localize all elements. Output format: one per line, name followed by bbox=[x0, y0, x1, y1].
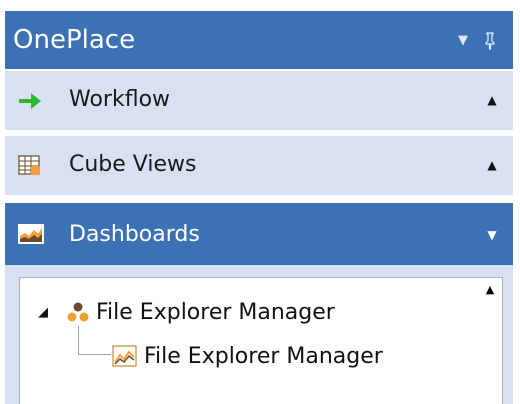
panel-title: OnePlace bbox=[13, 25, 136, 55]
tree-item-row[interactable]: File Explorer Manager bbox=[112, 340, 472, 374]
panel-dropdown-icon[interactable]: ▼ bbox=[453, 27, 473, 55]
dashboards-content: ▲ ◢ File Explorer Manager File Explorer … bbox=[5, 265, 513, 404]
section-cube-views[interactable]: Cube Views ▲ bbox=[5, 134, 513, 195]
maintenance-unit-icon bbox=[66, 300, 90, 324]
section-label-cube-views: Cube Views bbox=[69, 152, 197, 177]
section-dashboards[interactable]: Dashboards ▼ bbox=[5, 201, 513, 265]
green-arrow-icon bbox=[17, 88, 43, 114]
dashboard-chart-icon bbox=[112, 344, 137, 368]
collapse-chevron-icon[interactable]: ▲ bbox=[483, 150, 501, 180]
area-chart-icon bbox=[17, 222, 44, 248]
oneplace-panel: OnePlace ▼ Workflow ▲ Cube Views ▲ Dashb… bbox=[0, 0, 520, 404]
tree-expander-icon[interactable]: ◢ bbox=[38, 306, 52, 320]
scroll-up-arrow-icon[interactable]: ▲ bbox=[482, 280, 498, 300]
tree-group-label: File Explorer Manager bbox=[96, 300, 335, 325]
pin-icon[interactable] bbox=[480, 27, 500, 55]
section-label-workflow: Workflow bbox=[69, 87, 171, 112]
section-workflow[interactable]: Workflow ▲ bbox=[5, 69, 513, 130]
section-label-dashboards: Dashboards bbox=[69, 222, 200, 247]
tree-group-row[interactable]: ◢ File Explorer Manager bbox=[38, 296, 458, 330]
dashboard-tree: ▲ ◢ File Explorer Manager File Explorer … bbox=[19, 277, 503, 404]
tree-connector bbox=[78, 326, 111, 355]
tree-item-label: File Explorer Manager bbox=[144, 344, 383, 369]
expand-chevron-icon[interactable]: ▼ bbox=[483, 220, 501, 250]
panel-header: OnePlace ▼ bbox=[5, 11, 513, 71]
collapse-chevron-icon[interactable]: ▲ bbox=[483, 85, 501, 115]
grid-table-icon bbox=[17, 153, 43, 179]
